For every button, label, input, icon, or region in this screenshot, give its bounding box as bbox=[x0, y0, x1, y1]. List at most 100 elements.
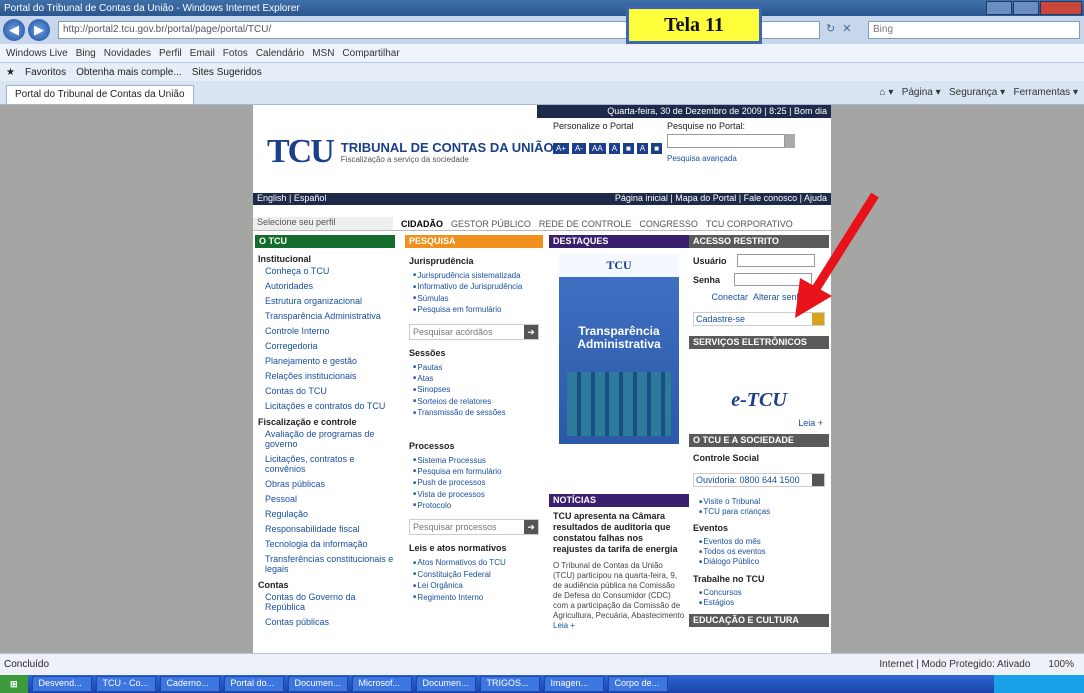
links-item[interactable]: Compartilhar bbox=[342, 48, 399, 59]
taskbar-item[interactable]: TCU - Co... bbox=[95, 676, 156, 692]
forward-button[interactable]: ▶ bbox=[28, 19, 50, 41]
juris-link[interactable]: Súmulas bbox=[413, 293, 543, 304]
command-security[interactable]: Segurança bbox=[949, 87, 997, 98]
favorites-button[interactable]: Favoritos bbox=[25, 67, 66, 78]
otcu-link[interactable]: Transparência Administrativa bbox=[265, 311, 395, 321]
taskbar-item[interactable]: TRIGOS... bbox=[479, 676, 540, 692]
otcu-link[interactable]: Planejamento e gestão bbox=[265, 356, 395, 366]
otcu-link[interactable]: Contas do Governo da República bbox=[265, 592, 395, 612]
zoom-level[interactable]: 100% bbox=[1048, 659, 1074, 670]
font-button[interactable]: ■ bbox=[651, 143, 663, 154]
links-item[interactable]: Windows Live bbox=[6, 48, 68, 59]
leis-link[interactable]: Regimento Interno bbox=[413, 592, 543, 603]
favorites-star-icon[interactable]: ★ bbox=[6, 67, 15, 78]
etcu-more-link[interactable]: Leia + bbox=[689, 418, 823, 428]
otcu-link[interactable]: Conheça o TCU bbox=[265, 266, 395, 276]
processos-link[interactable]: Protocolo bbox=[413, 500, 543, 511]
otcu-link[interactable]: Obras públicas bbox=[265, 479, 395, 489]
links-item[interactable]: Fotos bbox=[223, 48, 248, 59]
portal-search-input[interactable] bbox=[667, 134, 785, 148]
otcu-link[interactable]: Estrutura organizacional bbox=[265, 296, 395, 306]
otcu-link[interactable]: Transferências constitucionais e legais bbox=[265, 554, 395, 574]
taskbar-item[interactable]: Corpo de... bbox=[607, 676, 668, 692]
taskbar-item[interactable]: Documen... bbox=[415, 676, 476, 692]
juris-link[interactable]: Informativo de Jurisprudência bbox=[413, 281, 543, 292]
events-link[interactable]: Eventos do mês bbox=[699, 537, 829, 547]
home-icon[interactable]: ⌂ ▾ bbox=[880, 87, 894, 98]
otcu-link[interactable]: Licitações e contratos do TCU bbox=[265, 401, 395, 411]
search-acordaos-box[interactable]: Pesquisar acórdãos ➜ bbox=[409, 323, 539, 340]
favorites-item[interactable]: Sites Sugeridos bbox=[192, 67, 262, 78]
site-logo[interactable]: TCU TRIBUNAL DE CONTAS DA UNIÃO Fiscaliz… bbox=[267, 133, 554, 171]
juris-link[interactable]: Pesquisa em formulário bbox=[413, 304, 543, 315]
otcu-link[interactable]: Regulação bbox=[265, 509, 395, 519]
work-link[interactable]: Estágios bbox=[699, 598, 829, 608]
command-tools[interactable]: Ferramentas bbox=[1014, 87, 1071, 98]
ouvidoria-box[interactable]: Ouvidoria: 0800 644 1500 bbox=[693, 473, 825, 487]
command-page[interactable]: Página bbox=[902, 87, 933, 98]
profile-select[interactable]: Selecione seu perfil bbox=[253, 217, 393, 230]
sessoes-link[interactable]: Sinopses bbox=[413, 384, 543, 395]
arrow-right-icon[interactable]: ➜ bbox=[524, 324, 538, 339]
language-links[interactable]: English | Español bbox=[257, 193, 326, 205]
news-more-link[interactable]: Leia + bbox=[553, 621, 575, 630]
sessoes-link[interactable]: Pautas bbox=[413, 362, 543, 373]
search-input[interactable]: Bing bbox=[868, 21, 1080, 39]
back-button[interactable]: ◀ bbox=[3, 19, 25, 41]
taskbar-item[interactable]: Documen... bbox=[287, 676, 348, 692]
leis-link[interactable]: Lei Orgânica bbox=[413, 580, 543, 591]
work-link[interactable]: Concursos bbox=[699, 588, 829, 598]
arrow-right-icon[interactable] bbox=[812, 474, 824, 486]
start-button[interactable]: ⊞ bbox=[0, 675, 28, 693]
social-link[interactable]: TCU para crianças bbox=[699, 507, 829, 517]
profile-tab[interactable]: CONGRESSO bbox=[639, 219, 698, 229]
tab-tcu[interactable]: Portal do Tribunal de Contas da União bbox=[6, 84, 194, 104]
links-item[interactable]: Perfil bbox=[159, 48, 182, 59]
profile-tab[interactable]: REDE DE CONTROLE bbox=[539, 219, 632, 229]
events-link[interactable]: Diálogo Público bbox=[699, 557, 829, 567]
security-zone[interactable]: Internet | Modo Protegido: Ativado bbox=[879, 659, 1030, 670]
search-processos-box[interactable]: Pesquisar processos ➜ bbox=[409, 519, 539, 536]
etcu-logo[interactable]: e-TCU bbox=[689, 389, 829, 412]
otcu-link[interactable]: Pessoal bbox=[265, 494, 395, 504]
profile-tab[interactable]: TCU CORPORATIVO bbox=[706, 219, 793, 229]
otcu-link[interactable]: Controle Interno bbox=[265, 326, 395, 336]
leis-link[interactable]: Constituição Federal bbox=[413, 569, 543, 580]
events-link[interactable]: Todos os eventos bbox=[699, 547, 829, 557]
otcu-link[interactable]: Responsabilidade fiscal bbox=[265, 524, 395, 534]
refresh-stop-icons[interactable]: ↻ ✕ bbox=[826, 22, 854, 35]
links-item[interactable]: Bing bbox=[76, 48, 96, 59]
otcu-link[interactable]: Avaliação de programas de governo bbox=[265, 429, 395, 449]
arrow-right-icon[interactable]: ➜ bbox=[524, 520, 538, 535]
otcu-link[interactable]: Relações institucionais bbox=[265, 371, 395, 381]
processos-link[interactable]: Push de processos bbox=[413, 477, 543, 488]
connect-link[interactable]: Conectar bbox=[711, 292, 748, 302]
minimize-button[interactable] bbox=[986, 1, 1012, 15]
font-button[interactable]: AA bbox=[589, 143, 606, 154]
taskbar-item[interactable]: Portal do... bbox=[223, 676, 284, 692]
juris-link[interactable]: Jurisprudência sistematizada bbox=[413, 270, 543, 281]
links-item[interactable]: Email bbox=[190, 48, 215, 59]
portal-search-button[interactable] bbox=[785, 134, 795, 148]
font-button[interactable]: A+ bbox=[553, 143, 570, 154]
font-button[interactable]: A bbox=[636, 143, 649, 154]
taskbar-item[interactable]: Caderno... bbox=[159, 676, 220, 692]
social-link[interactable]: Visite o Tribunal bbox=[699, 497, 829, 507]
otcu-link[interactable]: Tecnologia da informação bbox=[265, 539, 395, 549]
links-item[interactable]: Novidades bbox=[104, 48, 151, 59]
taskbar-item[interactable]: Microsof... bbox=[351, 676, 412, 692]
links-item[interactable]: MSN bbox=[312, 48, 334, 59]
advanced-search-link[interactable]: Pesquisa avançada bbox=[667, 154, 795, 163]
taskbar-item[interactable]: Imagen... bbox=[543, 676, 604, 692]
otcu-link[interactable]: Contas do TCU bbox=[265, 386, 395, 396]
sessoes-link[interactable]: Transmissão de sessões bbox=[413, 407, 543, 418]
otcu-link[interactable]: Contas públicas bbox=[265, 617, 395, 627]
close-button[interactable] bbox=[1040, 1, 1082, 15]
taskbar-item[interactable]: Desvend... bbox=[31, 676, 92, 692]
profile-tab[interactable]: CIDADÃO bbox=[401, 219, 443, 229]
sessoes-link[interactable]: Sorteios de relatores bbox=[413, 396, 543, 407]
leis-link[interactable]: Atos Normativos do TCU bbox=[413, 557, 543, 568]
font-button[interactable]: A- bbox=[572, 143, 587, 154]
transparencia-banner[interactable]: TCU Transparência Administrativa bbox=[559, 254, 679, 444]
font-button[interactable]: A bbox=[608, 143, 621, 154]
